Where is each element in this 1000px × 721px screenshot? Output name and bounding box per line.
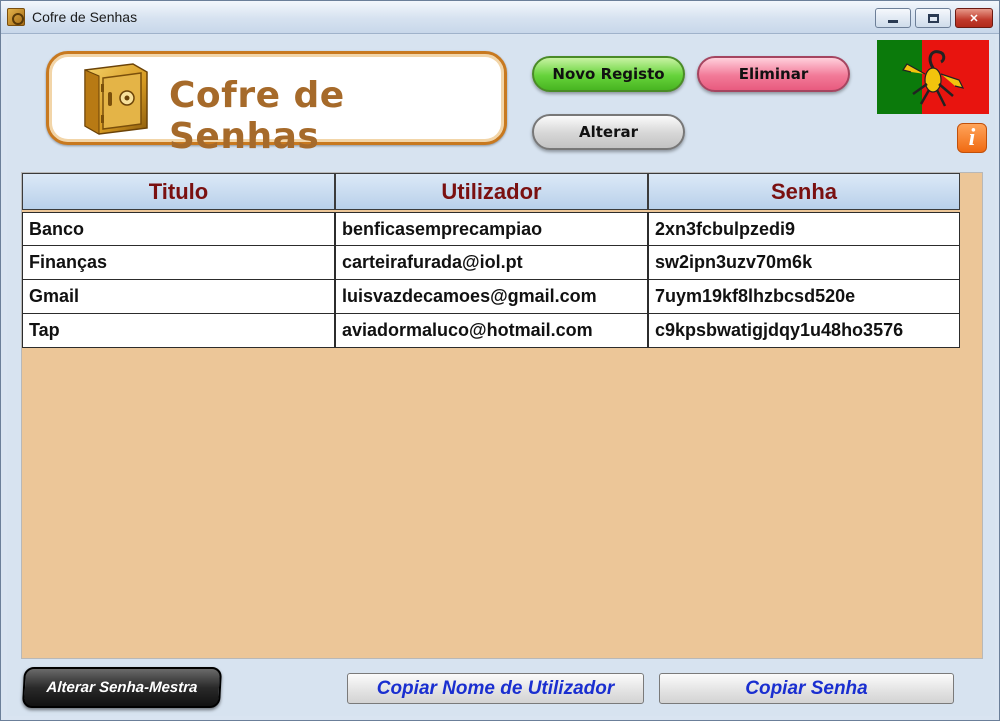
info-icon[interactable]: i	[957, 123, 987, 153]
cell-user[interactable]: luisvazdecamoes@gmail.com	[335, 280, 648, 314]
cell-user[interactable]: aviadormaluco@hotmail.com	[335, 314, 648, 348]
edit-button[interactable]: Alterar	[532, 114, 685, 150]
column-header-password[interactable]: Senha	[648, 173, 960, 210]
cell-password[interactable]: 7uym19kf8lhzbcsd520e	[648, 280, 960, 314]
change-master-password-button[interactable]: Alterar Senha-Mestra	[21, 667, 223, 708]
cell-title[interactable]: Finanças	[22, 246, 335, 280]
table-row[interactable]: Banco benficasemprecampiao 2xn3fcbulpzed…	[22, 212, 960, 246]
maximize-icon	[927, 13, 939, 23]
cell-user[interactable]: carteirafurada@iol.pt	[335, 246, 648, 280]
passwords-table: Titulo Utilizador Senha Banco benficasem…	[21, 172, 983, 659]
cell-title[interactable]: Gmail	[22, 280, 335, 314]
table-row[interactable]: Gmail luisvazdecamoes@gmail.com 7uym19kf…	[22, 280, 960, 314]
new-record-button[interactable]: Novo Registo	[532, 56, 685, 92]
title-bar[interactable]: Cofre de Senhas ✕	[1, 1, 999, 34]
minimize-button[interactable]	[875, 8, 911, 28]
cell-password[interactable]: sw2ipn3uzv70m6k	[648, 246, 960, 280]
cell-password[interactable]: c9kpsbwatigjdqy1u48ho3576	[648, 314, 960, 348]
window-title: Cofre de Senhas	[32, 9, 138, 25]
maximize-button[interactable]	[915, 8, 951, 28]
cell-title[interactable]: Banco	[22, 212, 335, 246]
column-header-title[interactable]: Titulo	[22, 173, 335, 210]
column-header-user[interactable]: Utilizador	[335, 173, 648, 210]
safe-app-icon	[7, 8, 25, 26]
cell-title[interactable]: Tap	[22, 314, 335, 348]
portugal-flag-icon	[877, 40, 989, 114]
table-row[interactable]: Finanças carteirafurada@iol.pt sw2ipn3uz…	[22, 246, 960, 280]
cell-user[interactable]: benficasemprecampiao	[335, 212, 648, 246]
delete-button[interactable]: Eliminar	[697, 56, 850, 92]
main-panel: Cofre de Senhas Novo Registo Eliminar Al…	[7, 35, 995, 716]
app-logo: Cofre de Senhas	[46, 51, 507, 157]
table-body: Banco benficasemprecampiao 2xn3fcbulpzed…	[22, 212, 960, 348]
cell-password[interactable]: 2xn3fcbulpzedi9	[648, 212, 960, 246]
safe-icon	[84, 63, 148, 135]
minimize-icon	[888, 19, 898, 23]
table-header: Titulo Utilizador Senha	[22, 173, 960, 210]
scorpion-icon	[902, 50, 965, 107]
logo-title: Cofre de Senhas	[169, 75, 345, 157]
copy-username-button[interactable]: Copiar Nome de Utilizador	[347, 673, 644, 704]
app-window: Cofre de Senhas ✕ Cofre de Senhas Novo R…	[0, 0, 1000, 721]
copy-password-button[interactable]: Copiar Senha	[659, 673, 954, 704]
close-icon: ✕	[969, 12, 979, 25]
table-row[interactable]: Tap aviadormaluco@hotmail.com c9kpsbwati…	[22, 314, 960, 348]
close-button[interactable]: ✕	[955, 8, 993, 28]
